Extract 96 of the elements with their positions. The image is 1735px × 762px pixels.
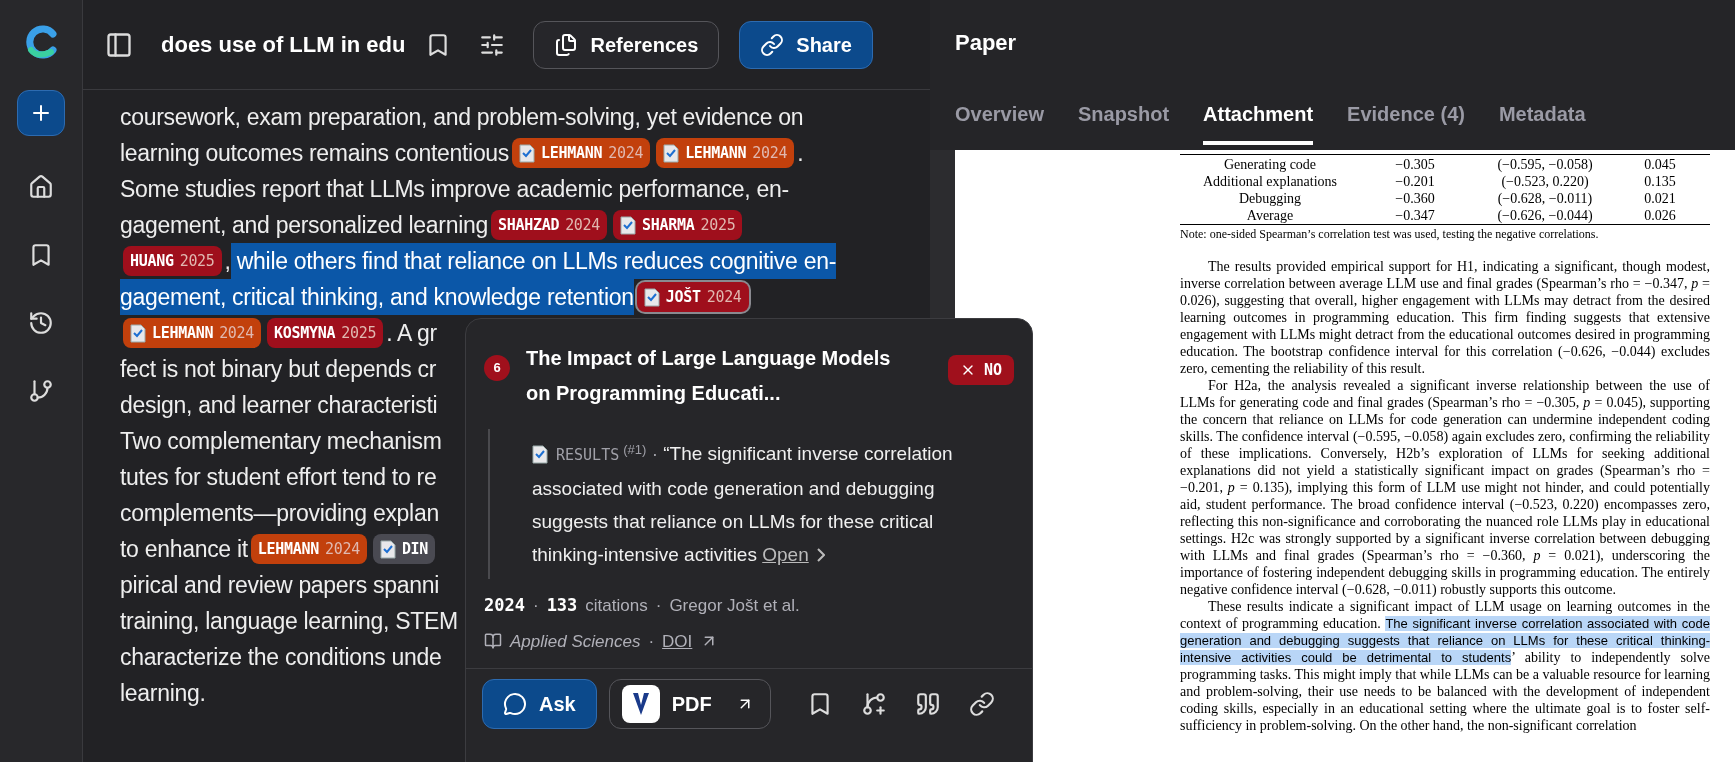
- answer-text: .: [797, 139, 804, 168]
- link-icon[interactable]: [968, 691, 995, 717]
- answer-text: characterize the conditions unde: [120, 643, 442, 672]
- chat-bubble-icon: [503, 692, 527, 716]
- answer-text: coursework, exam preparation, and problem-solving, yet evidence on: [120, 103, 804, 132]
- answer-text: to enhance it: [120, 535, 248, 564]
- doi-link[interactable]: DOI: [662, 628, 693, 654]
- pdf-button[interactable]: PDF: [608, 679, 771, 729]
- document-check-icon: [519, 143, 536, 163]
- citation-chip[interactable]: SHAHZAD 2024: [491, 210, 608, 240]
- citation-chip[interactable]: DIN: [372, 534, 436, 564]
- tab[interactable]: Evidence (4): [1347, 99, 1465, 145]
- table-cell-text: (−0.628, −0.011): [1496, 190, 1594, 207]
- highlighted-text: while others find that reliance on LLMs reduces cognitive en-: [230, 243, 836, 279]
- table-cell-text: 0.135: [1643, 173, 1677, 190]
- highlighted-text: gagement, critical thinking, and knowledge retention: [120, 279, 634, 315]
- ask-button[interactable]: Ask: [482, 679, 597, 729]
- answer-text: Two complementary mechanism: [120, 427, 442, 456]
- paper-paragraph: These results indicate a significant impact of LLM usage on learning outcomes in the context of programming education. The significant inverse correlation associated with code generation and debugging suggests that reliance on LLMs for these critical thinking-intensive activities could be detrimental to students’ ability to independently solve programming tasks. This might imply that while LLMs can be a valuable resource for learning and problem-solving, their use needs to be balanced with the development of independent coding skills, especially in an educational setting where the ultimate goal is to foster self-sufficiency in problem-solving. On the other hand, the non-significant correlation: [1180, 598, 1710, 734]
- paper-paragraph: For H2a, the analysis revealed a significant inverse relationship between the use of LLMs for generating code and final grades (Spearman’s rho = −0.305, p = 0.045), supporting the concern that reliance on LLMs for code generation can undermine independent coding skills. The confidence interval (−0.595, −0.058) again excludes zero, confirming the reliability of these implications. Conversely, H2b’s exploration of LLMs for seeking additional explanations did not yield a statistically significant impact on grades (Spearman’s rho = −0.201, p = 0.135), implying this form of LLM use might not hinder, and could potentially aid, student performance. The broad confidence interval (−0.523, 0.220) encompasses zero, reflecting this non-significance and corroborating the nuanced role LLMs play in educational settings. H2c was strongly supported by a significant inverse correlation between debugging with LLMs and final grades (Spearman’s rho = −0.360, p = 0.021), underscoring the importance of fostering independent debugging skills in programming education. The entirely negative confidence interval (−0.628, −0.011) robustly supports this outcome.: [1180, 377, 1710, 598]
- quote-icon[interactable]: [914, 691, 941, 717]
- chevron-right-icon: [816, 547, 825, 562]
- history-icon[interactable]: [28, 310, 54, 336]
- answer-text: pirical and review papers spanni: [120, 571, 439, 600]
- citation-chip[interactable]: LEHMANN 2024: [250, 534, 367, 564]
- table-cell-text: −0.360: [1394, 190, 1436, 207]
- journal-name: Applied Sciences: [510, 630, 641, 653]
- document-check-icon: [532, 445, 548, 465]
- document-check-icon: [663, 143, 680, 163]
- citation-chip[interactable]: KOSMYNA 2025: [267, 318, 384, 348]
- table-cell-text: (−0.626, −0.044): [1496, 207, 1594, 224]
- table-cell-text: (−0.523, 0.220): [1500, 173, 1590, 190]
- separator: ·: [532, 595, 539, 617]
- document-check-icon: [130, 323, 146, 343]
- tab[interactable]: Snapshot: [1077, 99, 1170, 145]
- document-check-icon: [620, 215, 637, 235]
- citation-chip[interactable]: LEHMANN 2024: [512, 138, 651, 168]
- book-icon: [484, 632, 502, 651]
- paper-paragraph: The results provided empirical support for H1, indicating a significant, though modest, inverse correlation between average LLM use and final grades (Spearman’s rho = −0.347, p = 0.026), suggesting that overall, higher engagement with LLMs may detract from the desired learning outcomes in programming education. This firm finding suggests that extensive engagement with LLMs might detract from the educational outcomes desired in programming education. The bootstrap confidence interval for this correlation (−0.626, −0.044) excludes zero, cementing the reliability of this result.: [1180, 258, 1710, 377]
- answer-text: gagement, and personalized learning: [120, 211, 488, 240]
- branch-icon[interactable]: [28, 378, 54, 404]
- table-cell-text: −0.201: [1394, 173, 1436, 190]
- answer-text: ,: [224, 247, 231, 276]
- answer-text: learning outcomes remains contentious: [120, 139, 510, 168]
- open-link[interactable]: Open: [762, 538, 825, 571]
- share-button[interactable]: Share: [739, 20, 873, 69]
- answer-text: fect is not binary but depends cr: [120, 355, 437, 384]
- document-check-icon: [643, 287, 660, 307]
- citation-count: 133: [546, 594, 578, 617]
- citation-chip[interactable]: SHARMA 2025: [613, 210, 743, 240]
- table-cell-text: −0.347: [1394, 207, 1436, 224]
- number-badge: 6: [484, 355, 510, 381]
- answer-text: . A gr: [386, 319, 437, 348]
- citation-chip[interactable]: LEHMANN 2024: [123, 318, 262, 348]
- answer-text: tutes for student effort tend to re: [120, 463, 437, 492]
- app-logo-icon[interactable]: [23, 24, 59, 60]
- table-cell-text: 0.026: [1643, 207, 1677, 224]
- table-note: Note: one-sided Spearman’s correlation test was used, testing the negative correlations.: [1180, 227, 1599, 241]
- sidebar-toggle-icon[interactable]: [105, 30, 133, 59]
- evidence-quote: RESULTS $^{(#1)}$ · “The significant inverse correlation associated with code generation and debugging suggests that reliance on LLMs for these critical thinking-intensive activities Open: [532, 437, 982, 571]
- table-cell-text: Generating code: [1222, 156, 1318, 173]
- answer-text: learning.: [120, 679, 206, 708]
- table-cell-text: (−0.595, −0.058): [1496, 156, 1594, 173]
- tab[interactable]: Metadata: [1498, 99, 1586, 145]
- settings-icon[interactable]: [479, 31, 506, 58]
- table-cell-text: Average: [1245, 207, 1295, 224]
- tab[interactable]: Attachment: [1203, 99, 1314, 145]
- thread-title: does use of LLM in edu: [161, 31, 406, 59]
- new-thread-button[interactable]: [17, 90, 65, 136]
- panel-title: Paper: [955, 29, 1018, 57]
- answer-text: design, and learner characteristi: [120, 391, 438, 420]
- citation-chip[interactable]: JOŠT 2024: [636, 282, 749, 312]
- paper-title: The Impact of Large Language Models on Programming Educati...: [526, 346, 892, 406]
- table-cell-text: Debugging: [1237, 190, 1303, 207]
- files-icon: [554, 32, 579, 57]
- table-cell-text: Additional explanations: [1201, 173, 1339, 190]
- table-cell-text: 0.045: [1643, 156, 1677, 173]
- author-text: Gregor Jošt et al.: [669, 595, 800, 617]
- citation-chip[interactable]: HUANG 2025: [123, 246, 222, 276]
- answer-text: training, language learning, STEM: [120, 607, 458, 636]
- table-cell-text: 0.021: [1643, 190, 1677, 207]
- document-check-icon: [379, 539, 396, 559]
- citation-chip[interactable]: LEHMANN 2024: [656, 138, 795, 168]
- table-cell-text: −0.305: [1394, 156, 1436, 173]
- tab[interactable]: Overview: [955, 99, 1044, 145]
- branch-plus-icon[interactable]: [860, 691, 887, 717]
- separator: ·: [648, 630, 655, 653]
- references-button[interactable]: References: [533, 20, 720, 69]
- separator: ·: [655, 595, 662, 617]
- verdict-badge: NO: [947, 355, 1014, 385]
- link-icon: [760, 32, 785, 57]
- year-text: 2024: [484, 594, 525, 617]
- home-icon[interactable]: [28, 174, 54, 200]
- answer-text: complements—providing explan: [120, 499, 439, 528]
- citations-label: citations: [585, 595, 648, 617]
- answer-text: Some studies report that LLMs improve academic performance, en-: [120, 175, 789, 204]
